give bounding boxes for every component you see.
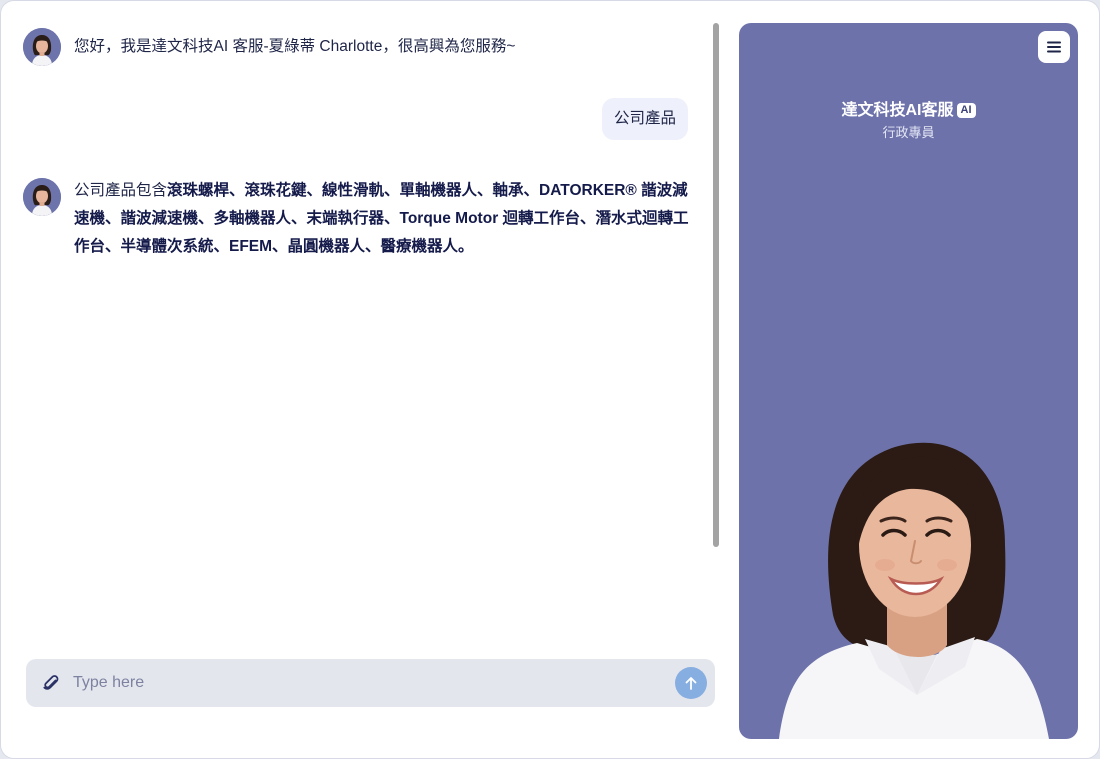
reply-prefix: 公司產品包含 [74,182,168,199]
agent-name-text: 達文科技AI客服 [841,102,954,119]
paperclip-icon[interactable] [41,673,61,693]
bot-message: 您好，我是達文科技AI 客服-夏綠蒂 Charlotte，很高興為您服務~ [23,28,694,66]
chat-window: 您好，我是達文科技AI 客服-夏綠蒂 Charlotte，很高興為您服務~ 公司… [0,0,1100,759]
product-list: 滾珠螺桿、滾珠花鍵、線性滑軌、單軸機器人、軸承、DATORKER® 諧波減速機、… [74,182,689,255]
chat-column: 您好，我是達文科技AI 客服-夏綠蒂 Charlotte，很高興為您服務~ 公司… [1,1,723,758]
message-input-bar [26,659,715,707]
menu-button[interactable] [1038,31,1070,63]
greeting-text: 您好，我是達文科技AI 客服-夏綠蒂 Charlotte，很高興為您服務~ [74,38,516,55]
agent-panel: 達文科技AI客服 AI 行政專員 [739,23,1078,739]
agent-role: 行政專員 [882,125,935,140]
bot-message: 公司產品包含滾珠螺桿、滾珠花鍵、線性滑軌、單軸機器人、軸承、DATORKER® … [23,178,700,261]
send-button[interactable] [675,667,707,699]
agent-avatar [23,28,61,66]
arrow-up-icon [685,677,697,690]
scrollbar[interactable] [713,23,719,547]
message-list[interactable]: 您好，我是達文科技AI 客服-夏綠蒂 Charlotte，很高興為您服務~ 公司… [1,1,713,641]
products-reply-text: 公司產品包含滾珠螺桿、滾珠花鍵、線性滑軌、單軸機器人、軸承、DATORKER® … [74,177,700,261]
hamburger-menu-icon [1047,41,1061,53]
ai-badge: AI [956,103,976,118]
agent-portrait [779,442,1049,739]
message-input[interactable] [73,667,663,699]
agent-name: 達文科技AI客服 AI [739,101,1078,121]
user-message: 公司產品 [601,98,688,140]
agent-avatar [23,178,61,216]
